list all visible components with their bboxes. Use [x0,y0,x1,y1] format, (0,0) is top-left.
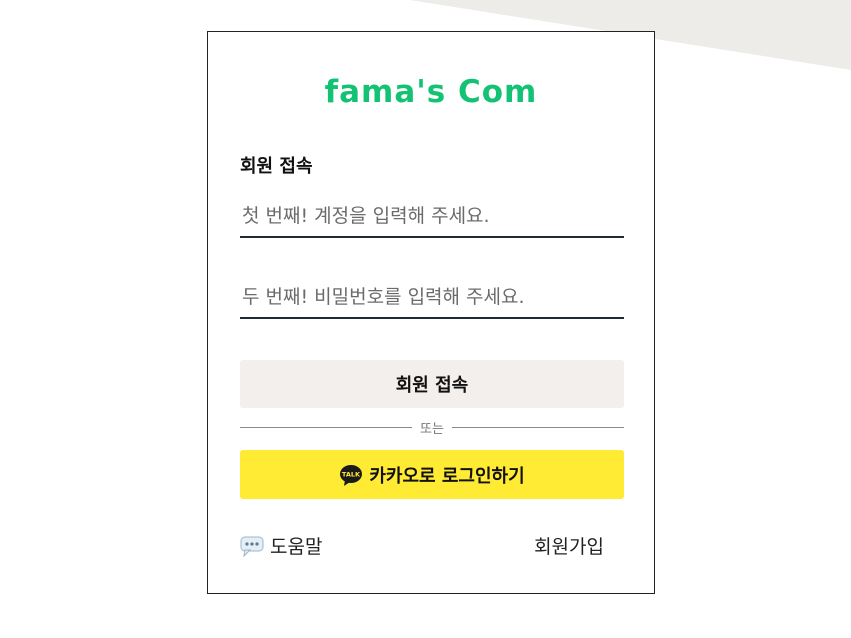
password-input[interactable] [240,277,624,319]
footer-links: 도움말 회원가입 [240,532,624,562]
account-input[interactable] [240,196,624,238]
divider-line-right [451,426,625,428]
brand-title: fama's Com [324,74,538,110]
divider-line-left [240,426,413,428]
signup-link[interactable]: 회원가입 [534,532,604,559]
kakao-talk-icon: TALK [340,464,363,486]
speech-bubble-icon [240,536,264,557]
help-label: 도움말 [270,536,323,558]
kakao-login-label: 카카오로 로그인하기 [369,465,525,487]
section-title: 회원 접속 [240,156,313,177]
or-divider: 또는 [240,416,625,438]
kakao-icon-text: TALK [342,470,361,478]
help-link[interactable]: 도움말 [240,532,322,559]
kakao-login-button[interactable]: TALK 카카오로 로그인하기 [240,450,624,499]
divider-text: 또는 [420,421,444,437]
login-card: fama's Com 회원 접속 회원 접속 또는 TALK 카카오로 로그인하… [207,31,655,594]
login-button[interactable]: 회원 접속 [240,360,624,408]
